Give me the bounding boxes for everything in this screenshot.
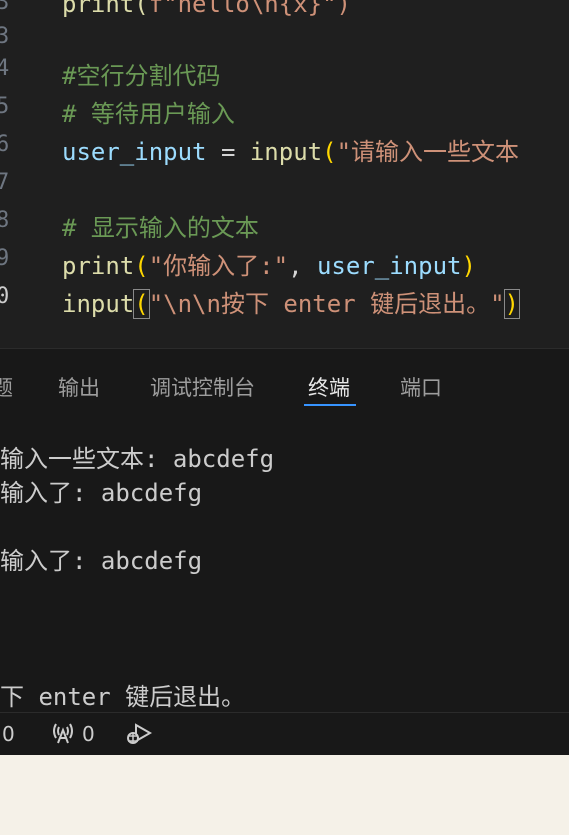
panel-tabs: 题 输出 调试控制台 终端 端口	[0, 349, 569, 411]
code-line[interactable]: 6 user_input = input("请输入一些文本	[0, 128, 569, 166]
code-token: (	[134, 252, 149, 280]
code-line[interactable]: 7	[0, 166, 569, 204]
vscode-window: 3 print(f"hello\n{x}") 3 4 #空行分割代码 5 # 等待用户输入 6…	[0, 0, 569, 755]
line-number: 6	[0, 132, 10, 157]
code-line[interactable]: 0 input("\n\n按下 enter 键后退出。")	[0, 280, 569, 319]
status-bar: 0 0	[0, 712, 569, 755]
code-token: (	[133, 289, 150, 319]
terminal-output[interactable]: 输入一些文本: abcdefg 输入了: abcdefg 输入了: abcdef…	[0, 411, 569, 711]
code-token: "请输入一些文本	[336, 138, 520, 166]
broadcast-icon-svg	[53, 723, 73, 744]
line-number: 0	[0, 284, 10, 309]
bottom-panel: 题 输出 调试控制台 终端 端口 输入一些文本: abcdefg 输入了: ab…	[0, 349, 569, 712]
code-line[interactable]: 9 print("你输入了:", user_input)	[0, 242, 569, 280]
ports-count[interactable]: 0	[82, 722, 95, 746]
code-line[interactable]: 4 #空行分割代码	[0, 52, 569, 90]
code-token: print	[62, 252, 135, 280]
code-token: print(	[62, 0, 149, 18]
code-token: user_input	[316, 252, 462, 280]
line-number: 5	[0, 94, 10, 119]
code-text: # 等待用户输入	[62, 94, 235, 129]
terminal-line: 输入一些文本: abcdefg	[0, 445, 275, 473]
line-number: 4	[0, 56, 10, 81]
problems-count[interactable]: 0	[2, 722, 15, 746]
terminal-line: 下 enter 键后退出。	[0, 683, 246, 711]
line-number: 3	[0, 0, 10, 15]
code-token: (	[322, 138, 337, 166]
line-number: 3	[0, 24, 10, 49]
code-text: input("\n\n按下 enter 键后退出。")	[62, 284, 521, 319]
code-text: print(f"hello\n{x}")	[62, 0, 351, 18]
code-text: print("你输入了:", user_input)	[62, 246, 476, 281]
code-token: #空行分割代码	[62, 62, 221, 90]
code-text: # 显示输入的文本	[62, 208, 259, 243]
line-number: 9	[0, 246, 10, 271]
code-token: # 等待用户输入	[62, 100, 235, 128]
code-token: )	[503, 289, 521, 319]
desktop-background	[0, 755, 569, 835]
tab-problems[interactable]: 题	[0, 372, 13, 402]
code-text: user_input = input("请输入一些文本	[62, 132, 519, 167]
tab-ports[interactable]: 端口	[400, 372, 442, 402]
broadcast-icon[interactable]	[50, 719, 76, 750]
tab-debug-console[interactable]: 调试控制台	[150, 372, 255, 402]
code-editor[interactable]: 3 print(f"hello\n{x}") 3 4 #空行分割代码 5 # 等待用户输入 6…	[0, 0, 569, 348]
code-token: "你输入了:"	[148, 252, 289, 280]
debug-run-icon-svg	[127, 723, 153, 744]
code-token: input	[62, 290, 135, 318]
tab-terminal[interactable]: 终端	[308, 372, 350, 402]
code-text: #空行分割代码	[62, 56, 220, 91]
debug-run-icon[interactable]	[126, 719, 156, 752]
code-line[interactable]: 8 # 显示输入的文本	[0, 204, 569, 242]
code-token: user_input	[62, 138, 207, 166]
code-token: =	[206, 138, 250, 166]
tab-output[interactable]: 输出	[58, 372, 100, 402]
code-token: ,	[288, 252, 317, 280]
code-token: )	[461, 252, 476, 280]
code-line[interactable]: 5 # 等待用户输入	[0, 90, 569, 128]
code-token: "\n\n按下 enter 键后退出。"	[148, 290, 505, 318]
line-number: 7	[0, 170, 10, 195]
active-tab-indicator	[304, 404, 356, 406]
terminal-line: 输入了: abcdefg	[0, 479, 203, 507]
code-token: # 显示输入的文本	[62, 214, 259, 242]
code-token: f"hello\n{x}")	[148, 0, 351, 18]
terminal-line: 输入了: abcdefg	[0, 547, 203, 575]
line-number: 8	[0, 208, 10, 233]
code-token: input	[249, 138, 323, 166]
